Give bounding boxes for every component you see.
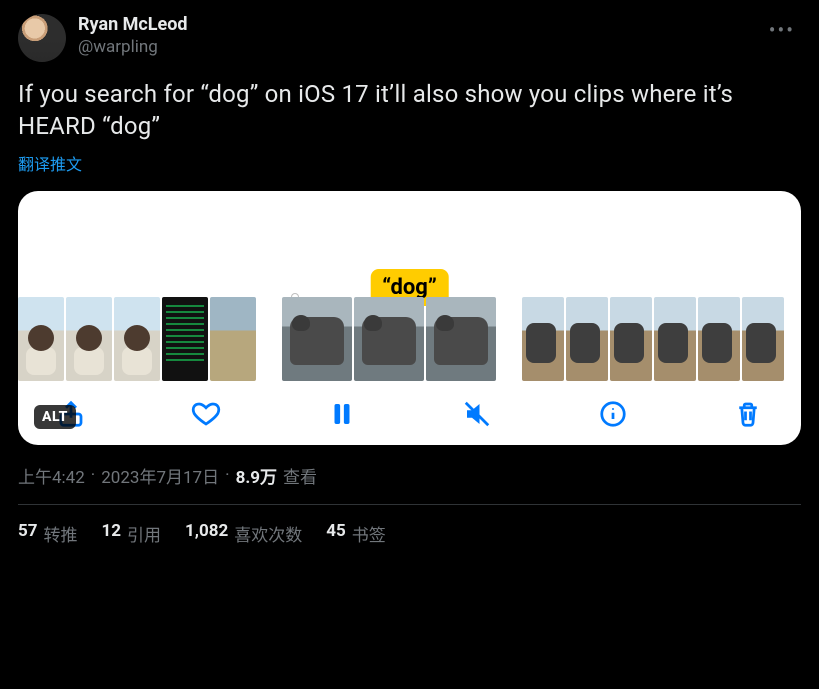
clip-thumbnail[interactable] [654,297,696,381]
mute-icon[interactable] [460,397,494,431]
clip-thumbnail[interactable] [162,297,208,381]
display-name: Ryan McLeod [78,14,188,37]
clip-thumbnail[interactable] [698,297,740,381]
quotes-count: 12 [102,521,122,546]
clip-group-3[interactable] [522,297,784,381]
retweets-label: 转推 [44,521,78,546]
quotes-stat[interactable]: 12 引用 [102,521,162,546]
media-card[interactable]: “dog” [18,191,801,445]
tweet-time[interactable]: 上午4:42 [18,463,85,488]
bookmarks-stat[interactable]: 45 书签 [326,521,386,546]
clip-thumbnail[interactable] [66,297,112,381]
avatar[interactable] [18,14,66,62]
retweets-count: 57 [18,521,38,546]
clip-thumbnail[interactable] [282,297,352,381]
likes-stat[interactable]: 1,082 喜欢次数 [185,521,302,546]
meta-separator: · [225,465,229,485]
trash-icon[interactable] [731,397,765,431]
tweet-header: Ryan McLeod @warpling ••• [18,14,801,62]
clip-thumbnail[interactable] [610,297,652,381]
likes-count: 1,082 [185,521,228,546]
meta-separator: · [91,465,95,485]
clip-thumbnail[interactable] [354,297,424,381]
tweet-date[interactable]: 2023年7月17日 [101,463,219,488]
bookmarks-count: 45 [326,521,346,546]
likes-label: 喜欢次数 [234,521,302,546]
clip-thumbnail[interactable] [426,297,496,381]
bookmarks-label: 书签 [352,521,386,546]
alt-badge[interactable]: ALT [34,405,76,429]
pause-icon[interactable] [325,397,359,431]
tweet-container: Ryan McLeod @warpling ••• If you search … [0,0,819,546]
more-icon[interactable]: ••• [763,14,801,46]
clip-thumbnail[interactable] [210,297,256,381]
retweets-stat[interactable]: 57 转推 [18,521,78,546]
handle: @warpling [78,37,188,58]
clip-thumbnail[interactable] [18,297,64,381]
translate-button[interactable]: 翻译推文 [18,151,801,175]
author-names[interactable]: Ryan McLeod @warpling [78,14,188,58]
tweet-text: If you search for “dog” on iOS 17 it’ll … [18,78,801,143]
tweet-stats: 57 转推 12 引用 1,082 喜欢次数 45 书签 [18,505,801,546]
views-label: 查看 [283,463,317,488]
clip-thumbnail[interactable] [522,297,564,381]
clip-thumbnail[interactable] [566,297,608,381]
tweet-meta: 上午4:42 · 2023年7月17日 · 8.9万 查看 [18,463,801,488]
info-icon[interactable] [596,397,630,431]
clip-group-1[interactable] [18,297,256,381]
heart-icon[interactable] [189,397,223,431]
clip-timeline[interactable] [18,287,801,381]
views-count: 8.9万 [236,463,277,488]
clip-thumbnail[interactable] [742,297,784,381]
media-toolbar [18,381,801,431]
quotes-label: 引用 [127,521,161,546]
clip-group-2[interactable] [282,297,496,381]
clip-thumbnail[interactable] [114,297,160,381]
